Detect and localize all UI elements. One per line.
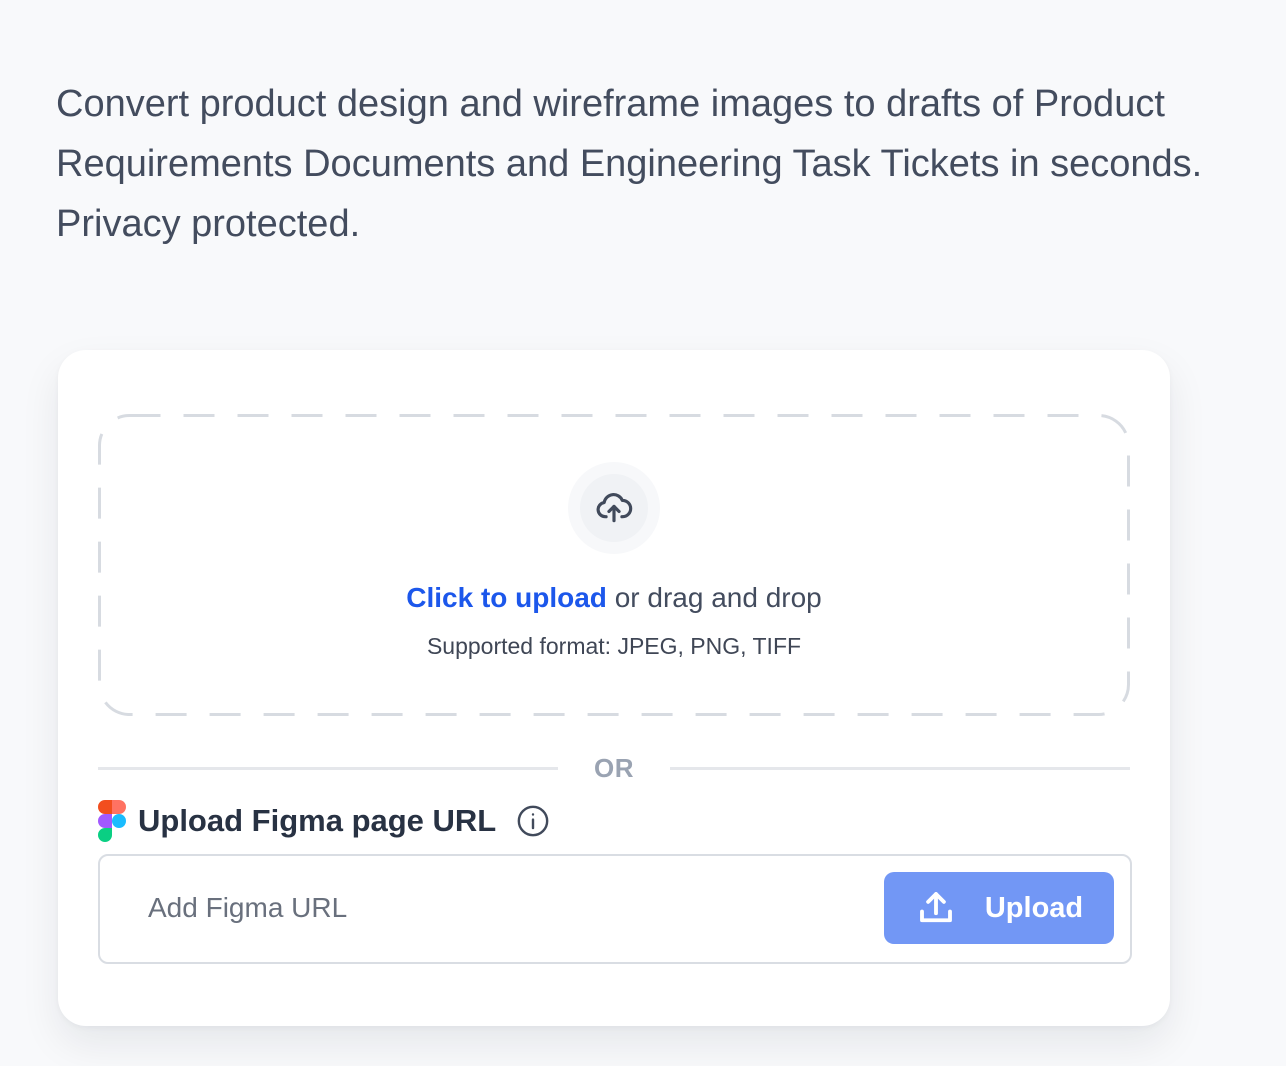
- dropzone-instruction: Click to upload or drag and drop: [98, 580, 1130, 616]
- cloud-upload-icon: [596, 493, 633, 523]
- upload-button[interactable]: Upload: [884, 872, 1114, 944]
- cloud-upload-icon-container[interactable]: [568, 462, 660, 554]
- figma-logo: [98, 800, 126, 842]
- info-icon[interactable]: [516, 804, 550, 838]
- dropzone-dashed-border: [98, 414, 1130, 716]
- upload-button-label: Upload: [984, 891, 1084, 924]
- upload-icon: [919, 892, 952, 923]
- upload-card: Click to upload or drag and drop Support…: [58, 350, 1170, 1026]
- click-to-upload-link[interactable]: Click to upload: [406, 582, 607, 613]
- intro-text: Convert product design and wireframe ima…: [56, 83, 1203, 245]
- figma-url-title: Upload Figma page URL: [138, 803, 497, 838]
- supported-format-text: Supported format: JPEG, PNG, TIFF: [426, 633, 802, 659]
- or-divider: OR: [98, 750, 1130, 786]
- cloud-upload-icon-inner: [580, 474, 648, 542]
- figma-url-heading: Upload Figma page URL: [98, 800, 550, 842]
- divider-right-line: [670, 767, 1130, 770]
- drag-drop-text: or drag and drop: [614, 582, 822, 613]
- file-dropzone[interactable]: Click to upload or drag and drop Support…: [98, 414, 1130, 716]
- figma-url-form: Upload: [98, 854, 1132, 964]
- figma-url-input[interactable]: [136, 876, 860, 940]
